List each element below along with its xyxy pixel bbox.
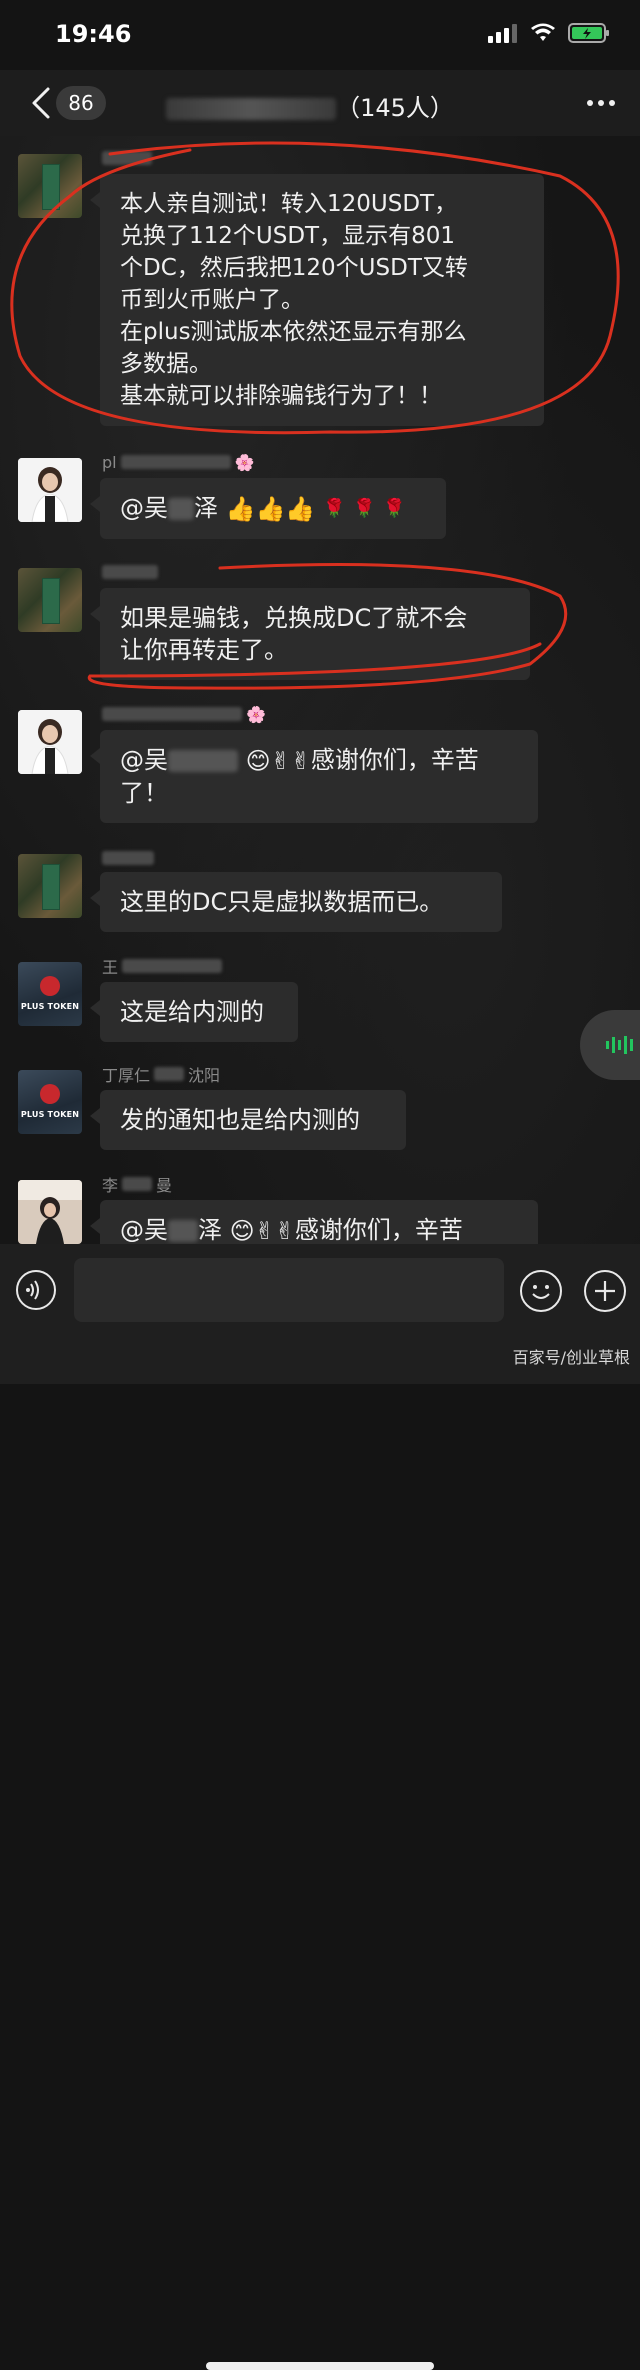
smile-icon: 😊 — [229, 1217, 255, 1244]
watermark: 百家号/创业草根 — [512, 1348, 630, 1367]
sender-avatar[interactable] — [18, 458, 82, 522]
message-line: 在plus测试版本依然还显示有那么 — [120, 319, 467, 345]
message-line: 个DC，然后我把120个USDT又转 — [120, 255, 468, 281]
mention-text: @吴 — [120, 1216, 168, 1244]
message-bubble[interactable]: 这里的DC只是虚拟数据而已。 — [90, 872, 502, 932]
message-line: 多数据。 — [120, 351, 212, 377]
sender-avatar[interactable] — [18, 154, 82, 218]
message-bubble[interactable]: 如果是骗钱，兑换成DC了就不会 让你再转走了。 — [90, 588, 530, 680]
message-bubble[interactable]: @吴泽 👍👍👍 🌹 🌹 🌹 — [90, 478, 446, 539]
status-icons — [488, 22, 610, 44]
mention-text: @吴 — [120, 746, 168, 774]
chat-nav-bar: 86 （145人） — [0, 70, 640, 136]
rose-icon: 🌹 — [383, 498, 406, 519]
voice-wave-icon — [606, 1036, 633, 1054]
sender-name-blurred — [102, 148, 152, 168]
member-count: （145人） — [336, 94, 454, 122]
message-line: 让你再转走了。 — [120, 636, 288, 664]
thumbs-up-icon: 👍 — [255, 495, 286, 523]
sender-name-blurred: 🌸 — [102, 704, 266, 724]
sender-avatar[interactable] — [18, 568, 82, 632]
sender-avatar[interactable] — [18, 854, 82, 918]
message-bubble[interactable]: 这是给内测的 — [90, 982, 298, 1042]
voice-icon — [26, 1280, 39, 1300]
message-line: 基本就可以排除骗钱行为了！！ — [120, 383, 442, 409]
thumbs-up-icon: 👍 — [285, 495, 316, 523]
plus-token-logo-icon — [40, 1084, 60, 1104]
sender-name: pl 🌸 — [102, 452, 255, 472]
sender-avatar[interactable] — [18, 1180, 82, 1244]
sender-name: 李 曼 — [102, 1176, 173, 1195]
thumbs-up-icon: 👍 — [225, 495, 256, 523]
sender-name-blurred — [102, 848, 154, 868]
more-actions-button[interactable] — [584, 1270, 626, 1312]
signal-icon — [488, 24, 517, 43]
girl-avatar-icon — [18, 1180, 82, 1244]
message-bubble[interactable]: 本人亲自测试！转入120USDT， 兑换了112个USDT，显示有801 个DC… — [90, 174, 544, 426]
emoji-face-icon — [532, 1285, 550, 1299]
sender-name: 王 — [102, 956, 223, 977]
victory-hand-icon: ✌ — [270, 747, 291, 775]
emoji-button[interactable] — [520, 1270, 562, 1312]
victory-hand-icon: ✌ — [254, 1217, 275, 1244]
home-indicator[interactable] — [206, 2362, 434, 2370]
message-bubble[interactable]: @吴 😊✌✌感谢你们，辛苦 了！ — [90, 730, 538, 823]
mention-text: @吴 — [120, 494, 168, 522]
status-time: 19:46 — [55, 20, 132, 48]
group-name-blurred — [166, 98, 337, 120]
message-bubble[interactable]: @吴泽 😊✌✌感谢你们，辛苦 — [90, 1200, 538, 1244]
sender-name: 丁厚仁 沈阳 — [102, 1066, 221, 1085]
flower-icon: 🌸 — [246, 704, 266, 724]
flower-icon: 🌸 — [234, 452, 255, 472]
sender-name-blurred — [102, 562, 158, 582]
voice-input-button[interactable] — [16, 1270, 56, 1310]
smile-icon: 😊 — [245, 747, 271, 775]
plus-token-logo-icon — [40, 976, 60, 996]
sender-avatar[interactable]: PLUS TOKEN — [18, 962, 82, 1026]
message-input[interactable] — [74, 1258, 504, 1322]
plus-icon — [595, 1281, 615, 1301]
message-line: 兑换了112个USDT，显示有801 — [120, 223, 455, 249]
message-line: 本人亲自测试！转入120USDT， — [120, 191, 458, 217]
chat-message-list[interactable]: 本人亲自测试！转入120USDT， 兑换了112个USDT，显示有801 个DC… — [0, 136, 640, 1244]
victory-hand-icon: ✌ — [274, 1217, 295, 1244]
unread-count-badge[interactable]: 86 — [56, 86, 106, 120]
message-bubble[interactable]: 发的通知也是给内测的 — [90, 1090, 406, 1150]
rose-icon: 🌹 — [322, 498, 346, 519]
woman-avatar-icon — [18, 710, 82, 774]
message-line: 如果是骗钱，兑换成DC了就不会 — [120, 604, 468, 632]
victory-hand-icon: ✌ — [290, 747, 311, 775]
status-bar: 19:46 — [0, 0, 640, 70]
woman-avatar-icon — [18, 458, 82, 522]
message-line: 币到火币账户了。 — [120, 287, 304, 313]
back-chevron-icon[interactable] — [28, 86, 54, 120]
rose-icon: 🌹 — [353, 498, 376, 519]
more-options-icon[interactable] — [586, 90, 616, 116]
sender-avatar[interactable]: PLUS TOKEN — [18, 1070, 82, 1134]
sender-avatar[interactable] — [18, 710, 82, 774]
wifi-icon — [531, 23, 555, 41]
chat-title[interactable]: （145人） — [150, 88, 470, 123]
battery-icon — [568, 23, 609, 43]
